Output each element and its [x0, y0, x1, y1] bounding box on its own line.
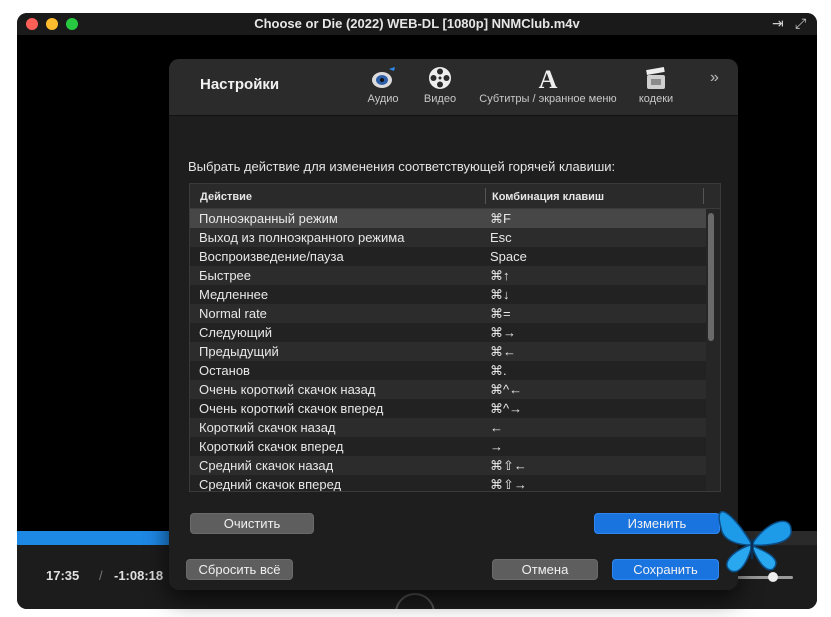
- butterfly-logo-icon: [718, 510, 792, 573]
- shortcut-keys: ⌘^←: [490, 382, 523, 397]
- table-row[interactable]: Предыдущий ⌘←: [190, 342, 706, 361]
- fullscreen-icon[interactable]: ⤢: [795, 15, 806, 32]
- tab-audio-label: Аудио: [367, 93, 399, 105]
- table-row[interactable]: Средний скачок вперед ⌘⇧→: [190, 475, 706, 492]
- table-scrollbar[interactable]: [708, 213, 714, 341]
- time-elapsed: 17:35: [46, 568, 80, 583]
- speaker-icon: [372, 67, 395, 88]
- table-body: Полноэкранный режим ⌘F Выход из полноэкран…: [190, 209, 706, 492]
- clapperboard-icon: [646, 66, 665, 89]
- font-a-icon: A: [539, 65, 558, 91]
- shortcut-action: Очень короткий скачок вперед: [199, 401, 384, 416]
- pin-icon[interactable]: ⇥: [772, 15, 784, 32]
- shortcut-keys: ←: [490, 420, 503, 435]
- shortcut-action: Выход из полноэкранного режима: [199, 230, 405, 245]
- shortcut-action: Короткий скачок вперед: [199, 439, 344, 454]
- tab-video[interactable]: Видео: [420, 65, 460, 105]
- shortcut-keys: ⌘⇧→: [490, 477, 527, 492]
- reset-all-button[interactable]: Сбросить всё: [186, 559, 293, 580]
- tab-codecs[interactable]: кодеки: [635, 65, 677, 105]
- cancel-button[interactable]: Отмена: [492, 559, 598, 580]
- play-button[interactable]: [395, 593, 435, 609]
- more-tabs-chevron-icon[interactable]: »: [710, 69, 719, 87]
- shortcut-keys: Esc: [490, 230, 512, 245]
- shortcut-action: Normal rate: [199, 306, 267, 321]
- time-remaining[interactable]: -1:08:18: [114, 568, 163, 583]
- shortcut-keys: ⌘⇧←: [490, 458, 527, 473]
- title-bar: Choose or Die (2022) WEB-DL [1080p] NNMC…: [17, 13, 817, 35]
- window-title: Choose or Die (2022) WEB-DL [1080p] NNMC…: [254, 16, 580, 31]
- shortcut-keys: ⌘F: [490, 211, 511, 226]
- tab-codecs-label: кодеки: [638, 93, 674, 105]
- shortcut-keys: ⌘↑: [490, 268, 510, 283]
- shortcut-keys: →: [490, 439, 503, 454]
- table-row[interactable]: Следующий ⌘→: [190, 323, 706, 342]
- column-divider: [703, 188, 704, 204]
- shortcuts-table: Действие Комбинация клавиш Полноэкранный…: [189, 183, 721, 492]
- instruction-text: Выбрать действие для изменения соответст…: [188, 159, 616, 174]
- table-row[interactable]: Воспроизведение/пауза Space: [190, 247, 706, 266]
- table-row[interactable]: Очень короткий скачок вперед ⌘^→: [190, 399, 706, 418]
- shortcut-action: Медленнее: [199, 287, 269, 302]
- table-row[interactable]: Полноэкранный режим ⌘F: [190, 209, 706, 228]
- table-row[interactable]: Выход из полноэкранного режима Esc: [190, 228, 706, 247]
- tab-video-label: Видео: [423, 93, 457, 105]
- shortcut-keys: ⌘←: [490, 344, 516, 359]
- shortcut-action: Короткий скачок назад: [199, 420, 336, 435]
- table-row[interactable]: Короткий скачок вперед →: [190, 437, 706, 456]
- clear-button[interactable]: Очистить: [190, 513, 314, 534]
- shortcut-keys: ⌘→: [490, 325, 516, 340]
- table-row[interactable]: Normal rate ⌘=: [190, 304, 706, 323]
- shortcut-action: Останов: [199, 363, 250, 378]
- settings-title: Настройки: [200, 76, 280, 93]
- settings-header: Настройки Аудио Видео A Субтитры / экран…: [169, 59, 738, 116]
- shortcut-action: Следующий: [199, 325, 272, 340]
- shortcut-keys: ⌘=: [490, 306, 511, 321]
- shortcut-keys: ⌘^→: [490, 401, 523, 416]
- change-button[interactable]: Изменить: [594, 513, 720, 534]
- table-row[interactable]: Средний скачок назад ⌘⇧←: [190, 456, 706, 475]
- shortcut-action: Быстрее: [199, 268, 252, 283]
- table-row[interactable]: Короткий скачок назад ←: [190, 418, 706, 437]
- shortcut-keys: ⌘.: [490, 363, 507, 378]
- shortcut-action: Воспроизведение/пауза: [199, 249, 344, 264]
- column-divider: [485, 188, 486, 204]
- table-row[interactable]: Останов ⌘.: [190, 361, 706, 380]
- shortcut-keys: ⌘↓: [490, 287, 510, 302]
- shortcut-action: Средний скачок назад: [199, 458, 334, 473]
- table-row[interactable]: Медленнее ⌘↓: [190, 285, 706, 304]
- table-row[interactable]: Быстрее ⌘↑: [190, 266, 706, 285]
- tab-subtitles-label: Субтитры / экранное меню: [479, 93, 617, 105]
- column-header-keys[interactable]: Комбинация клавиш: [492, 191, 604, 203]
- playback-progress-fill[interactable]: [17, 531, 169, 545]
- shortcut-keys: Space: [490, 249, 527, 264]
- shortcut-action: Полноэкранный режим: [199, 211, 338, 226]
- svg-text:A: A: [539, 65, 558, 91]
- column-header-action[interactable]: Действие: [200, 191, 252, 203]
- shortcut-action: Средний скачок вперед: [199, 477, 342, 492]
- settings-panel: Настройки Аудио Видео A Субтитры / экран…: [169, 59, 738, 590]
- table-header: Действие Комбинация клавиш: [190, 184, 720, 209]
- film-reel-icon: [429, 67, 451, 89]
- shortcut-action: Очень короткий скачок назад: [199, 382, 376, 397]
- tab-subtitles[interactable]: A Субтитры / экранное меню: [473, 65, 623, 105]
- time-separator: /: [99, 568, 103, 583]
- tab-audio[interactable]: Аудио: [365, 65, 401, 105]
- shortcut-action: Предыдущий: [199, 344, 279, 359]
- table-row[interactable]: Очень короткий скачок назад ⌘^←: [190, 380, 706, 399]
